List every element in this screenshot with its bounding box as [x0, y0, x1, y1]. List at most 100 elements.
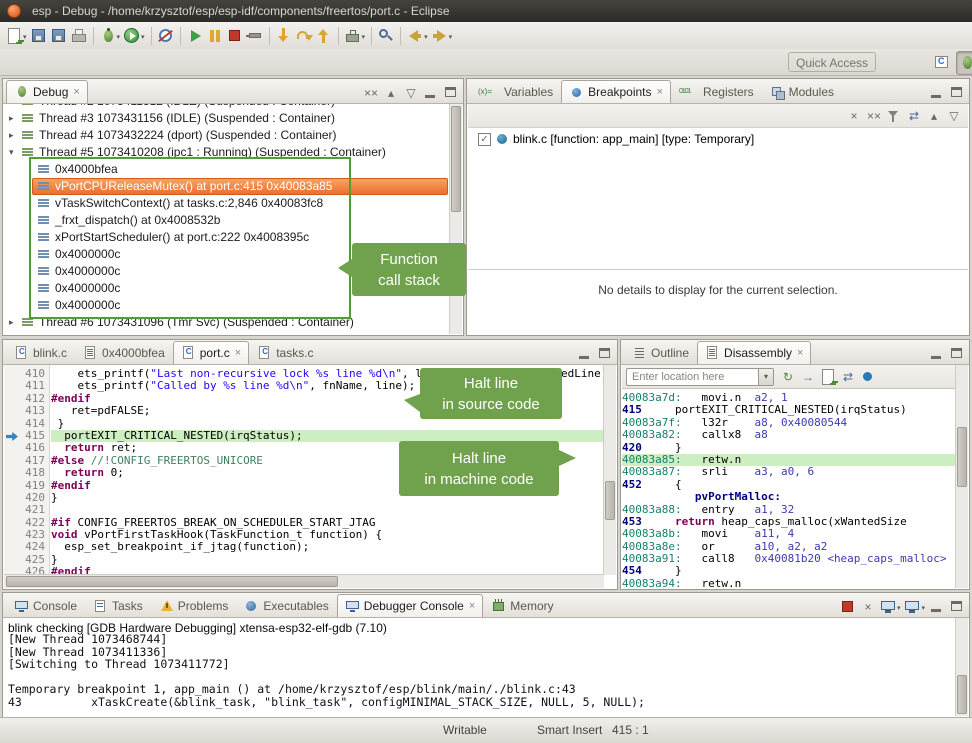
line-number[interactable]: 413: [20, 405, 45, 417]
new-wizard-icon[interactable]: [4, 26, 24, 46]
tab-debug[interactable]: Debug ×: [6, 80, 88, 103]
tab-debugger-console[interactable]: Debugger Console ×: [337, 594, 484, 617]
minimize-icon[interactable]: [927, 83, 947, 103]
tab-registers[interactable]: 0101 Registers: [671, 80, 762, 103]
show-supported-breakpoints-icon[interactable]: [884, 106, 904, 126]
view-menu-icon[interactable]: ▽: [401, 83, 421, 103]
close-tab-icon[interactable]: ×: [657, 87, 663, 97]
save-icon[interactable]: [29, 26, 49, 46]
print-icon[interactable]: [69, 26, 89, 46]
breakpoint-row[interactable]: ✓ blink.c [function: app_main] [type: Te…: [468, 128, 968, 148]
resume-icon[interactable]: [185, 26, 205, 46]
disasm-vertical-scrollbar[interactable]: [955, 365, 968, 588]
toggle-breakpoint-icon[interactable]: [858, 367, 878, 387]
tab-0x4000bfea[interactable]: 0x4000bfea: [75, 341, 173, 364]
console-body[interactable]: blink checking [GDB Hardware Debugging] …: [4, 618, 956, 716]
remove-all-breakpoints-icon[interactable]: ××: [864, 106, 884, 126]
maximize-icon[interactable]: [947, 597, 967, 617]
quick-access-button[interactable]: Quick Access: [788, 52, 876, 72]
tab-port-c[interactable]: port.c ×: [173, 341, 249, 364]
display-selected-console-icon[interactable]: [878, 597, 898, 617]
close-tab-icon[interactable]: ×: [797, 348, 803, 358]
step-into-icon[interactable]: [274, 26, 294, 46]
window-close-icon[interactable]: [7, 4, 21, 18]
thread-row[interactable]: ▸Thread #3 1073431156 (IDLE) (Suspended …: [4, 110, 450, 127]
collapse-all-icon[interactable]: ▴: [924, 106, 944, 126]
maximize-icon[interactable]: [947, 344, 967, 364]
disconnect-icon[interactable]: [245, 26, 265, 46]
editor-horizontal-scrollbar[interactable]: [4, 574, 604, 588]
remove-launch-icon[interactable]: ×: [858, 597, 878, 617]
close-tab-icon[interactable]: ×: [73, 87, 79, 97]
maximize-icon[interactable]: [947, 83, 967, 103]
forward-icon[interactable]: [430, 26, 450, 46]
thread-row[interactable]: ▾Thread #5 1073410208 (ipc1 : Running) (…: [4, 144, 450, 161]
skip-all-breakpoints-icon[interactable]: [156, 26, 176, 46]
tab-outline[interactable]: Outline: [624, 341, 697, 364]
line-number[interactable]: 418: [20, 467, 45, 479]
tab-variables[interactable]: (x)= Variables: [470, 80, 561, 103]
stack-frame-row[interactable]: _frxt_dispatch() at 0x4008532b: [4, 212, 450, 229]
stack-frame-row[interactable]: 0x4000000c: [4, 297, 450, 314]
remove-all-terminated-icon[interactable]: ××: [361, 83, 381, 103]
perspective-debug-icon[interactable]: [956, 51, 972, 75]
tab-problems[interactable]: Problems: [151, 594, 237, 617]
expand-arrow-icon[interactable]: ▸: [9, 127, 22, 144]
step-over-icon[interactable]: [294, 26, 314, 46]
line-number[interactable]: 416: [20, 442, 45, 454]
tab-breakpoints[interactable]: Breakpoints ×: [561, 80, 671, 103]
tab-modules[interactable]: Modules: [762, 80, 842, 103]
expand-arrow-icon[interactable]: ▸: [9, 314, 22, 331]
debug-icon[interactable]: [98, 26, 118, 46]
tab-executables[interactable]: Executables: [236, 594, 336, 617]
console-vertical-scrollbar[interactable]: [955, 618, 968, 716]
collapse-arrow-icon[interactable]: ▾: [9, 144, 22, 161]
tab-memory[interactable]: Memory: [483, 594, 561, 617]
minimize-icon[interactable]: [927, 344, 947, 364]
thread-row[interactable]: ▸Thread #6 1073431096 (Tmr Svc) (Suspend…: [4, 314, 450, 331]
search-icon[interactable]: [376, 26, 396, 46]
remove-breakpoint-icon[interactable]: ×: [844, 106, 864, 126]
location-input[interactable]: Enter location here ▾: [626, 368, 774, 386]
minimize-icon[interactable]: [421, 83, 441, 103]
terminate-icon[interactable]: [225, 26, 245, 46]
line-number[interactable]: 411: [20, 380, 45, 392]
tab-console[interactable]: Console: [6, 594, 85, 617]
line-number[interactable]: 421: [20, 504, 45, 516]
external-tools-icon[interactable]: [343, 26, 363, 46]
stack-frame-row[interactable]: vPortCPUReleaseMutex() at port.c:415 0x4…: [4, 178, 450, 195]
stack-frame-row[interactable]: 0x4000bfea: [4, 161, 450, 178]
tab-tasks[interactable]: Tasks: [85, 594, 151, 617]
disassembly-listing[interactable]: 40083a7d: movi.n a2, 1415 portEXIT_CRITI…: [622, 389, 956, 588]
step-return-icon[interactable]: [314, 26, 334, 46]
stack-frame-row[interactable]: vTaskSwitchContext() at tasks.c:2,846 0x…: [4, 195, 450, 212]
suspend-icon[interactable]: [205, 26, 225, 46]
maximize-icon[interactable]: [595, 344, 615, 364]
run-icon[interactable]: [122, 26, 142, 46]
sync-with-selection-icon[interactable]: ⇄: [838, 367, 858, 387]
terminate-console-icon[interactable]: [838, 597, 858, 617]
line-number[interactable]: 424: [20, 541, 45, 553]
combo-dropdown-icon[interactable]: ▾: [758, 369, 773, 385]
debug-vertical-scrollbar[interactable]: [449, 104, 462, 334]
back-icon[interactable]: [405, 26, 425, 46]
refresh-view-icon[interactable]: ↻: [778, 367, 798, 387]
editor-vertical-scrollbar[interactable]: [603, 365, 616, 575]
tab-disassembly[interactable]: Disassembly ×: [697, 341, 811, 364]
collapse-all-icon[interactable]: ▴: [381, 83, 401, 103]
breakpoint-checkbox[interactable]: ✓: [478, 133, 491, 146]
close-tab-icon[interactable]: ×: [469, 601, 475, 611]
view-menu-icon[interactable]: ▽: [944, 106, 964, 126]
link-with-debug-view-icon[interactable]: ⇄: [904, 106, 924, 126]
save-all-icon[interactable]: [49, 26, 69, 46]
expand-arrow-icon[interactable]: ▸: [9, 110, 22, 127]
open-console-icon[interactable]: [902, 597, 922, 617]
show-source-icon[interactable]: [818, 367, 838, 387]
close-tab-icon[interactable]: ×: [235, 348, 241, 358]
minimize-icon[interactable]: [575, 344, 595, 364]
perspective-cpp-icon[interactable]: [930, 51, 954, 75]
goto-program-counter-icon[interactable]: →: [798, 367, 818, 387]
maximize-icon[interactable]: [441, 83, 461, 103]
tab-tasks-c[interactable]: tasks.c: [249, 341, 321, 364]
tab-blink-c[interactable]: blink.c: [6, 341, 75, 364]
